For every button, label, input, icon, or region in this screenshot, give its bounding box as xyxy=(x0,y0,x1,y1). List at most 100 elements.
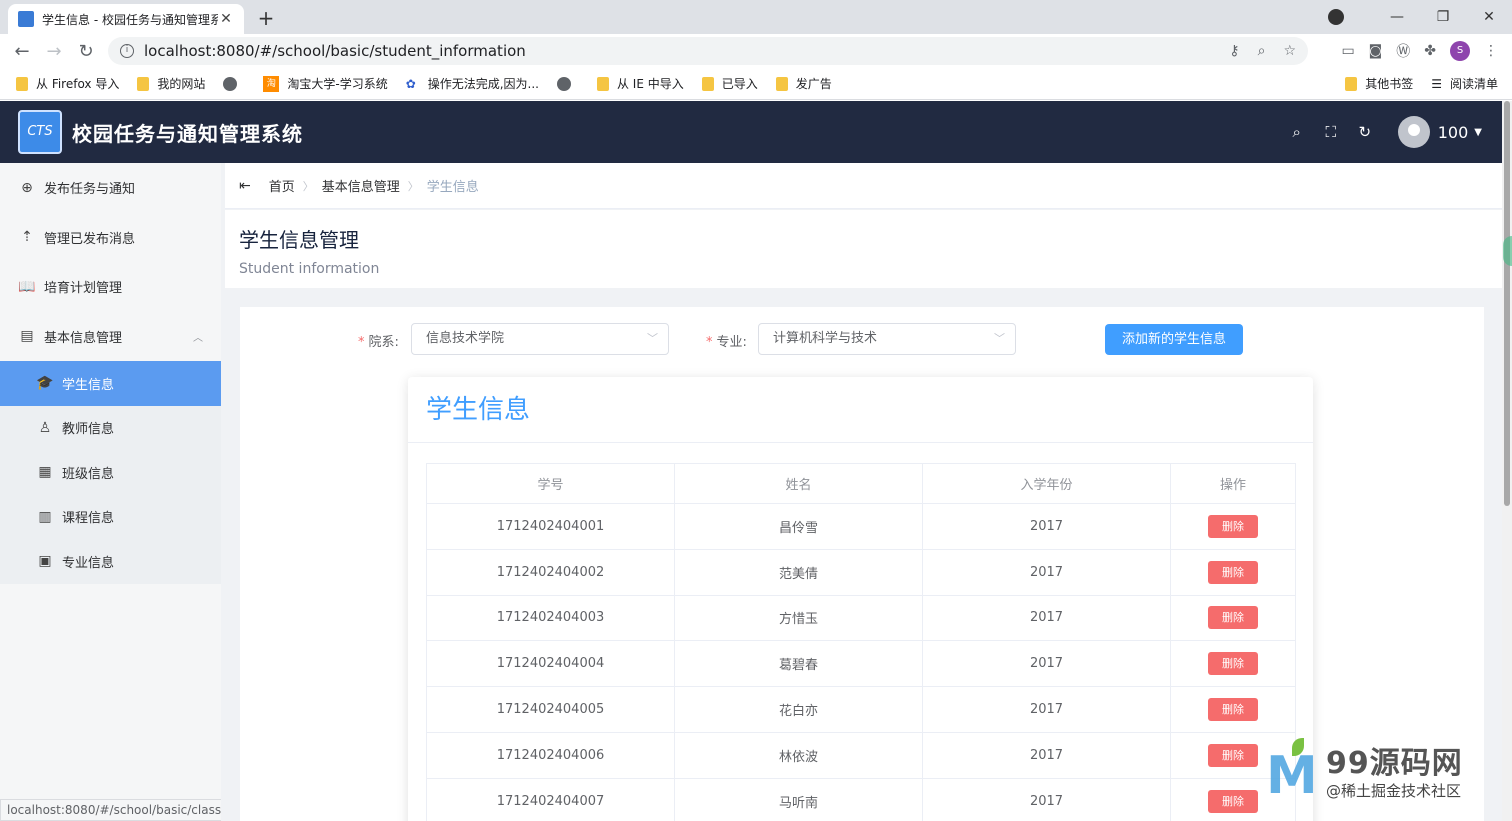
search-icon[interactable]: ⌕ xyxy=(1280,123,1314,141)
site-info-icon[interactable]: i xyxy=(120,44,134,58)
bookmark-label: 操作无法完成,因为... xyxy=(427,77,539,91)
actions-cell: 删除 xyxy=(1170,594,1296,642)
student-id-cell: 1712402404007 xyxy=(426,777,675,821)
chevron-down-icon: ﹀ xyxy=(994,332,1005,345)
address-bar[interactable]: i localhost:8080/#/school/basic/student_… xyxy=(108,37,1308,65)
student-name-cell: 方惜玉 xyxy=(674,594,923,642)
college-select[interactable]: 信息技术学院 ﹀ xyxy=(411,323,669,355)
refresh-icon[interactable]: ↻ xyxy=(1348,123,1382,141)
key-icon[interactable]: ⚷ xyxy=(1229,43,1239,59)
delete-button[interactable]: 删除 xyxy=(1208,743,1258,767)
scrollbar-thumb[interactable] xyxy=(1504,101,1510,506)
table-row: 1712402404002 范美倩 2017 删除 xyxy=(426,548,1296,596)
profile-dropdown-icon[interactable] xyxy=(1328,9,1344,25)
delete-button[interactable]: 删除 xyxy=(1208,514,1258,538)
profile-avatar[interactable]: S xyxy=(1450,41,1470,61)
bookmark-ie[interactable]: 从 IE 中导入 xyxy=(596,75,684,92)
zoom-icon[interactable]: ⌕ xyxy=(1258,43,1266,59)
fullscreen-icon[interactable]: ⛶ xyxy=(1314,123,1348,141)
actions-cell: 删除 xyxy=(1170,640,1296,688)
w-extension-icon[interactable]: Ⓦ xyxy=(1396,41,1410,61)
sidebar-item-major-info[interactable]: ▣ 专业信息 xyxy=(0,539,221,584)
sidebar-item-training-plan[interactable]: 📖 培育计划管理 xyxy=(0,262,221,312)
bookmark-star-icon[interactable]: ☆ xyxy=(1283,43,1296,59)
delete-button[interactable]: 删除 xyxy=(1208,652,1258,676)
bookmark-globe-1[interactable] xyxy=(223,76,245,91)
kebab-menu-icon[interactable]: ⋮ xyxy=(1484,43,1498,59)
restore-button[interactable]: ❐ xyxy=(1420,9,1466,25)
student-name-cell: 昌伶雪 xyxy=(674,503,923,550)
delete-button[interactable]: 删除 xyxy=(1208,560,1258,584)
column-header-year[interactable]: 入学年份 xyxy=(922,463,1171,504)
student-name-cell: 范美倩 xyxy=(674,548,923,596)
back-arrow-icon[interactable]: ← xyxy=(6,41,38,62)
filter-row: * 院系: 信息技术学院 ﹀ * 专业: 计算机科学与技术 ﹀ 添加新的学生信息 xyxy=(240,323,1484,355)
bookmark-ads[interactable]: 发广告 xyxy=(775,75,832,92)
camera-icon[interactable]: ◙ xyxy=(1369,43,1383,59)
bookmark-imported[interactable]: 已导入 xyxy=(701,75,758,92)
table-header-row: 学号 姓名 入学年份 操作 xyxy=(426,463,1296,504)
sidebar-item-publish[interactable]: ⊕ 发布任务与通知 xyxy=(0,163,221,213)
delete-button[interactable]: 删除 xyxy=(1208,606,1258,630)
delete-button[interactable]: 删除 xyxy=(1208,698,1258,722)
bookmark-label: 阅读清单 xyxy=(1449,77,1498,91)
url-text[interactable]: localhost:8080/#/school/basic/student_in… xyxy=(144,42,1229,60)
close-window-button[interactable]: ✕ xyxy=(1466,9,1512,25)
sidebar-item-class-info[interactable]: ▦ 班级信息 xyxy=(0,450,221,495)
sidebar-item-basic-info[interactable]: ▤ 基本信息管理 ︿ xyxy=(0,312,221,362)
plus-circle-icon: ⊕ xyxy=(21,179,33,196)
app-title: 校园任务与通知管理系统 xyxy=(72,121,303,146)
puzzle-icon[interactable]: ✤ xyxy=(1424,43,1436,59)
actions-cell: 删除 xyxy=(1170,503,1296,550)
sidebar-item-teacher-info[interactable]: ♙ 教师信息 xyxy=(0,406,221,451)
bookmark-label: 我的网站 xyxy=(157,77,206,91)
reload-icon[interactable]: ↻ xyxy=(70,41,102,62)
breadcrumb: ⇤ 首页 〉 基本信息管理 〉 学生信息 xyxy=(225,163,1502,209)
bookmark-baidu[interactable]: ✿ 操作无法完成,因为... xyxy=(406,75,539,92)
sidebar-item-manage-messages[interactable]: ⇡ 管理已发布消息 xyxy=(0,213,221,263)
screen-cast-icon[interactable]: ▭ xyxy=(1341,43,1354,59)
table-row: 1712402404003 方惜玉 2017 删除 xyxy=(426,594,1296,642)
floating-tool-handle[interactable] xyxy=(1503,236,1512,266)
bookmark-my-sites[interactable]: 我的网站 xyxy=(137,75,205,92)
browser-toolbar: ← → ↻ i localhost:8080/#/school/basic/st… xyxy=(0,34,1512,68)
bookmark-label: 淘宝大学-学习系统 xyxy=(287,77,388,91)
forward-arrow-icon[interactable]: → xyxy=(38,41,70,62)
bookmark-taobao[interactable]: 淘淘宝大学-学习系统 xyxy=(263,75,388,92)
avatar[interactable] xyxy=(1397,116,1430,148)
new-tab-button[interactable]: + xyxy=(256,6,276,30)
add-student-button[interactable]: 添加新的学生信息 xyxy=(1105,324,1243,355)
page-scrollbar[interactable] xyxy=(1502,101,1512,821)
college-select-value: 信息技术学院 xyxy=(426,331,505,346)
enroll-year-cell: 2017 xyxy=(922,548,1171,596)
breadcrumb-basic-info[interactable]: 基本信息管理 xyxy=(322,176,400,195)
reading-list[interactable]: ☰ 阅读清单 xyxy=(1431,75,1498,92)
bookmark-firefox[interactable]: 从 Firefox 导入 xyxy=(16,75,119,92)
minimize-button[interactable]: — xyxy=(1374,9,1420,25)
globe-icon xyxy=(556,76,571,91)
breadcrumb-home[interactable]: 首页 xyxy=(269,176,295,195)
column-header-actions: 操作 xyxy=(1170,463,1296,504)
sidebar-item-student-info[interactable]: 🎓 学生信息 xyxy=(0,361,221,406)
delete-button[interactable]: 删除 xyxy=(1208,789,1258,813)
breadcrumb-current: 学生信息 xyxy=(426,180,479,195)
bookmark-globe-2[interactable] xyxy=(556,76,579,91)
sidebar-item-label: 管理已发布消息 xyxy=(44,231,136,247)
user-name[interactable]: 100 xyxy=(1438,123,1469,142)
browser-tab[interactable]: 学生信息 - 校园任务与通知管理系统 ✕ xyxy=(8,4,244,34)
bookmark-label: 从 Firefox 导入 xyxy=(36,77,120,91)
sidebar-item-course-info[interactable]: ▥ 课程信息 xyxy=(0,495,221,540)
bookmark-other[interactable]: 其他书签 xyxy=(1345,75,1413,92)
major-select[interactable]: 计算机科学与技术 ﹀ xyxy=(758,323,1016,355)
watermark-main-text: 99源码网 xyxy=(1326,746,1463,781)
collapse-sidebar-icon[interactable]: ⇤ xyxy=(239,178,251,194)
tab-close-icon[interactable]: ✕ xyxy=(218,11,234,27)
sidebar-submenu: 🎓 学生信息 ♙ 教师信息 ▦ 班级信息 ▥ 课程信息 ▣ 专业信息 xyxy=(0,361,221,584)
table-row: 1712402404004 葛碧春 2017 删除 xyxy=(426,640,1296,688)
status-bar-url: localhost:8080/#/school/basic/class xyxy=(0,799,229,821)
column-header-name[interactable]: 姓名 xyxy=(674,463,923,504)
bookmarks-bar: 从 Firefox 导入 我的网站 淘淘宝大学-学习系统 ✿ 操作无法完成,因为.… xyxy=(0,68,1512,100)
sidebar-item-label: 专业信息 xyxy=(62,555,115,571)
caret-down-icon[interactable]: ▼ xyxy=(1474,127,1482,138)
column-header-id[interactable]: 学号 xyxy=(426,463,675,504)
